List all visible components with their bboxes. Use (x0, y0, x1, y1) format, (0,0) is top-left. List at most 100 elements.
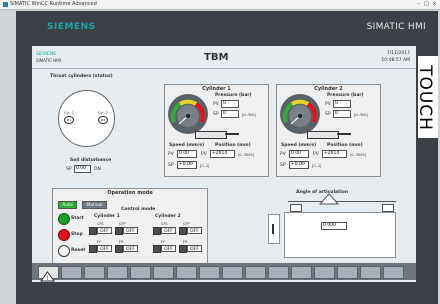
cylinder2-speed-pv: 0.00 (289, 150, 309, 158)
articulation-box (284, 212, 396, 258)
reset-label[interactable]: Reset (71, 248, 85, 253)
function-key-11[interactable] (291, 266, 312, 279)
function-key-4[interactable] (130, 266, 151, 279)
cylinder1-speed-pv: 0.00 (177, 150, 197, 158)
cyl1-ff-status (89, 245, 97, 253)
stop-button-icon[interactable] (58, 229, 70, 241)
close-icon[interactable]: × (431, 1, 438, 7)
cyl1-cfs-status (89, 227, 97, 235)
cyl1-indicator[interactable]: #1 (64, 116, 74, 124)
function-key-9[interactable] (245, 266, 266, 279)
cylinder2-pressure-gauge (280, 94, 320, 134)
function-key-8[interactable] (222, 266, 243, 279)
cylinder1-position-label: Position (mm) (215, 143, 251, 148)
function-key-6[interactable] (176, 266, 197, 279)
cylinder1-panel: Cylinder 1 Pressure (bar) PV 0 SP 0 [0..… (164, 84, 269, 177)
header-hmi: SIMATIC HMI (36, 58, 61, 63)
cyl2-ff-label: FF (161, 240, 166, 244)
function-key-15[interactable] (383, 266, 404, 279)
cylinder2-pressure-sp[interactable]: 0 (333, 110, 351, 118)
manual-button[interactable]: Manual (82, 201, 107, 209)
cylinder1-pos-pv-label: PV (201, 152, 207, 157)
cylinder1-speed-label: Speed (mm/s) (169, 143, 205, 148)
cyl1-cfp-status (115, 227, 123, 235)
app-window: SIMATIC WinCC Runtime Advanced – □ × SIE… (0, 0, 440, 304)
cyl2-cfp-status (179, 227, 187, 235)
cylinder2-mode-label: Cylinder 2 (155, 214, 181, 219)
cylinder1-position-range: [0..3000] (238, 153, 255, 157)
hmi-screen: SIEMENS SIMATIC HMI TBM 7/11/2017 10:48:… (32, 46, 416, 282)
cyl1-fr-status (115, 245, 123, 253)
maximize-icon[interactable]: □ (423, 1, 430, 7)
cyl1-fr-toggle[interactable]: OFF (123, 245, 138, 252)
start-label[interactable]: Start (71, 216, 84, 221)
function-key-10[interactable] (268, 266, 289, 279)
cylinder1-pressure-pv: 0 (221, 100, 239, 108)
function-key-1[interactable] (61, 266, 82, 279)
cylinder1-speed-pv-label: PV (168, 152, 174, 157)
cylinder2-speed-sp[interactable]: +0.00 (289, 161, 309, 169)
cylinder2-position-pv: +2014 (322, 150, 347, 158)
function-key-2[interactable] (84, 266, 105, 279)
function-key-7[interactable] (199, 266, 220, 279)
cylinder2-sp-label: SP (325, 112, 331, 117)
cylinder2-graphic (307, 131, 339, 139)
cyl1-cfs-toggle[interactable]: OFF (97, 227, 112, 234)
cylinder2-pressure-label: Pressure (bar) (327, 93, 364, 98)
cylinder2-position-label: Position (mm) (327, 143, 363, 148)
function-key-14[interactable] (360, 266, 381, 279)
cyl1-label: Cyl. 1 (64, 111, 74, 115)
function-key-bar: ! (32, 263, 416, 282)
cylinder1-speed-range: [0..1] (200, 164, 210, 168)
auto-button[interactable]: Auto (58, 201, 77, 209)
start-button-icon[interactable] (58, 213, 70, 225)
reset-icon[interactable] (58, 245, 70, 257)
header-siemens: SIEMENS (36, 52, 56, 57)
cyl2-cfs-toggle[interactable]: OFF (161, 227, 176, 234)
siemens-logo: SIEMENS (47, 22, 96, 32)
cylinder2-title: Cylinder 2 (314, 86, 343, 92)
cylinder1-speed-sp[interactable]: +0.00 (177, 161, 197, 169)
function-key-12[interactable] (314, 266, 335, 279)
cyl2-ff-toggle[interactable]: OFF (161, 245, 176, 252)
cylinder1-pressure-gauge (168, 94, 208, 134)
cyl2-fr-status (179, 245, 187, 253)
cylinder1-pressure-range: [0..350] (242, 113, 256, 117)
date-display: 7/11/2017 (386, 51, 410, 56)
page-title: TBM (204, 52, 229, 63)
minimize-icon[interactable]: – (415, 1, 422, 7)
cyl2-fr-label: FR (183, 240, 188, 244)
touch-label-box: TOUCH (415, 56, 438, 138)
articulation-right-block (382, 204, 394, 212)
cyl2-fr-toggle[interactable]: OFF (187, 245, 202, 252)
operation-title: Operation mode (107, 190, 153, 196)
soil-sp-field[interactable]: 0.00 (74, 165, 91, 173)
cyl1-ff-toggle[interactable]: OFF (97, 245, 112, 252)
cylinder1-pressure-sp[interactable]: 0 (221, 110, 239, 118)
articulation-needle (272, 224, 274, 234)
cylinder1-mode-label: Cylinder 1 (94, 214, 120, 219)
cyl1-cfs-label: CFS (97, 222, 104, 226)
function-key-5[interactable] (153, 266, 174, 279)
cylinder2-panel: Cylinder 2 Pressure (bar) PV 0 SP 0 [0..… (276, 84, 381, 177)
cyl1-fr-label: FR (119, 240, 124, 244)
gauge-dial-icon (283, 99, 317, 127)
articulation-value: 0.000 (321, 222, 347, 230)
function-key-13[interactable] (337, 266, 358, 279)
cylinder2-rod (337, 133, 351, 135)
stop-label[interactable]: Stop (71, 232, 83, 237)
cylinder1-position-pv: +2014 (210, 150, 235, 158)
cylinder2-speed-label: Speed (mm/s) (281, 143, 317, 148)
soil-sp-unit: ON (94, 167, 101, 172)
function-key-3[interactable] (107, 266, 128, 279)
cyl2-cfs-label: CFS (161, 222, 168, 226)
articulation-side-indicator (268, 214, 280, 244)
articulation-left-block (290, 204, 302, 212)
operation-mode-panel: Operation mode Auto Manual Control mode … (52, 188, 208, 264)
thrust-title: Thrust cylinders (status) (50, 74, 113, 79)
alarm-icon-button[interactable]: ! (38, 266, 59, 282)
cyl1-cfp-toggle[interactable]: OFF (123, 227, 138, 234)
cyl2-cfp-label: CFP (183, 222, 190, 226)
cyl2-indicator[interactable]: #2 (98, 116, 108, 124)
cyl2-cfp-toggle[interactable]: OFF (187, 227, 202, 234)
